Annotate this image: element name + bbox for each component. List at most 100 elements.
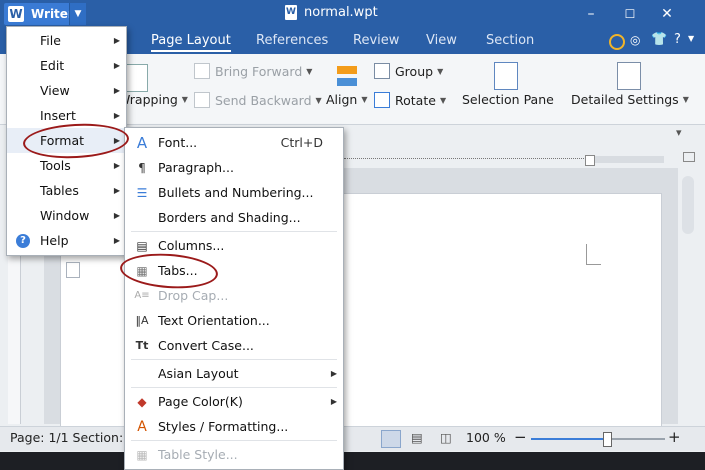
writer-menu-button[interactable]: W Writer ▼ (4, 3, 86, 25)
rotate-button[interactable]: Rotate ▼ (374, 92, 446, 108)
selection-pane-button[interactable]: Selection Pane (462, 92, 554, 107)
doc-title-text: normal.wpt (304, 5, 378, 20)
menu-item-page-color[interactable]: ◆ Page Color(K) ▶ (125, 389, 343, 414)
detailed-settings-icon (617, 62, 641, 90)
convert-case-icon: Tt (135, 338, 149, 352)
tab-review[interactable]: Review (353, 33, 399, 48)
zoom-in-button[interactable]: + (668, 428, 681, 446)
menu-separator (131, 359, 337, 360)
tab-page-layout[interactable]: Page Layout (151, 33, 231, 52)
menu-item-borders-shading[interactable]: Borders and Shading... (125, 205, 343, 230)
menu-separator (131, 440, 337, 441)
tab-view[interactable]: View (426, 33, 457, 48)
title-bar: W Writer ▼ normal.wpt – ☐ ✕ (0, 0, 705, 28)
send-backward-button: Send Backward ▼ (194, 92, 322, 108)
menu-separator (131, 231, 337, 232)
menu-item-edit[interactable]: Edit ▶ (7, 53, 126, 78)
wrapping-icon (124, 64, 148, 92)
send-backward-icon (194, 92, 210, 108)
zoom-slider-handle[interactable] (603, 432, 613, 447)
menu-item-text-orientation[interactable]: ‖A Text Orientation... (125, 308, 343, 333)
sync-icon[interactable] (609, 34, 625, 50)
zoom-slider[interactable] (531, 432, 665, 447)
web-view-icon[interactable]: ◫ (440, 430, 452, 445)
document-title: normal.wpt (285, 5, 378, 20)
scrollbar-thumb[interactable] (682, 176, 694, 234)
text-orientation-icon: ‖A (135, 313, 149, 327)
ribbon-collapse-icon[interactable]: ▾ (676, 126, 682, 139)
status-bar: Page: 1/1 Section: ▤ ◫ 100 % − + (0, 426, 705, 451)
scroll-up-icon[interactable] (683, 152, 695, 162)
menu-item-file[interactable]: File ▶ (7, 28, 126, 53)
help-circle-icon: ? (16, 233, 30, 248)
page-status: Page: 1/1 Section: (10, 430, 124, 445)
indent-marker-icon[interactable] (585, 155, 595, 166)
help-icon[interactable]: ? (674, 32, 681, 47)
chevron-right-icon: ▶ (113, 236, 120, 245)
align-label: Align (326, 92, 358, 107)
zoom-level: 100 % (466, 430, 506, 445)
wrapping-button[interactable]: Wrapping ▼ (118, 92, 188, 107)
menu-item-view[interactable]: View ▶ (7, 78, 126, 103)
menu-item-tables[interactable]: Tables ▶ (7, 178, 126, 203)
writer-logo-icon: W (8, 6, 24, 22)
detailed-settings-button[interactable]: Detailed Settings ▼ (571, 92, 689, 107)
shirt-icon[interactable]: 👕 (651, 32, 667, 47)
paint-bucket-icon: ◆ (137, 394, 147, 409)
chevron-right-icon: ▶ (113, 211, 120, 220)
outline-view-icon[interactable]: ▤ (411, 430, 423, 445)
menu-item-asian-layout[interactable]: Asian Layout ▶ (125, 361, 343, 386)
tab-references[interactable]: References (256, 33, 328, 48)
send-backward-label: Send Backward (215, 92, 312, 108)
table-style-icon: ▦ (136, 447, 148, 462)
menu-item-window[interactable]: Window ▶ (7, 203, 126, 228)
vertical-scrollbar[interactable] (679, 150, 697, 426)
chevron-right-icon: ▶ (113, 186, 120, 195)
selection-pane-icon (494, 62, 518, 90)
zoom-out-button[interactable]: − (514, 428, 527, 446)
zoom-slider-fill (531, 438, 608, 440)
maximize-button[interactable]: ☐ (620, 4, 640, 24)
chevron-right-icon: ▶ (113, 61, 120, 70)
tab-section[interactable]: Section (486, 33, 534, 48)
menu-item-font[interactable]: A Font... Ctrl+D (125, 130, 343, 155)
page-icon (66, 262, 80, 278)
chevron-right-icon: ▶ (330, 397, 337, 406)
chevron-right-icon: ▶ (113, 36, 120, 45)
font-shortcut: Ctrl+D (280, 135, 323, 150)
page-view-icon[interactable] (381, 430, 401, 448)
group-button[interactable]: Group ▼ (374, 63, 443, 79)
chevron-down-icon[interactable]: ▼ (69, 3, 86, 25)
chevron-right-icon: ▶ (113, 111, 120, 120)
margin-corner-mark (586, 244, 601, 265)
align-button[interactable]: Align ▼ (326, 92, 368, 107)
bring-forward-button: Bring Forward ▼ (194, 63, 312, 79)
skin-icon[interactable]: ◎ (630, 33, 640, 47)
menu-item-convert-case[interactable]: Tt Convert Case... (125, 333, 343, 358)
writer-label: Writer (31, 7, 74, 21)
close-button[interactable]: ✕ (657, 4, 677, 24)
columns-icon: ▤ (136, 238, 148, 253)
minimize-button[interactable]: – (581, 4, 601, 24)
align-icon (336, 64, 358, 90)
chevron-right-icon: ▶ (113, 86, 120, 95)
menu-separator (131, 387, 337, 388)
bring-forward-icon (194, 63, 210, 79)
menu-item-paragraph[interactable]: ¶ Paragraph... (125, 155, 343, 180)
chevron-right-icon: ▶ (113, 161, 120, 170)
menu-item-help[interactable]: ? Help ▶ (7, 228, 126, 253)
menu-item-table-style: ▦ Table Style... (125, 442, 343, 467)
drop-cap-icon: A≡ (134, 289, 150, 301)
group-label: Group (395, 63, 434, 79)
rotate-icon (374, 92, 390, 108)
document-icon (285, 5, 297, 20)
format-submenu: A Font... Ctrl+D ¶ Paragraph... ☰ Bullet… (124, 127, 344, 470)
menu-item-bullets-numbering[interactable]: ☰ Bullets and Numbering... (125, 180, 343, 205)
paragraph-icon: ¶ (138, 160, 146, 175)
menu-item-styles-formatting[interactable]: A Styles / Formatting... (125, 414, 343, 439)
vertical-ruler[interactable] (8, 250, 21, 424)
bullets-icon: ☰ (136, 185, 148, 200)
chevron-down-icon[interactable]: ▼ (688, 34, 694, 43)
bring-forward-label: Bring Forward (215, 63, 303, 79)
font-icon: A (136, 133, 148, 152)
